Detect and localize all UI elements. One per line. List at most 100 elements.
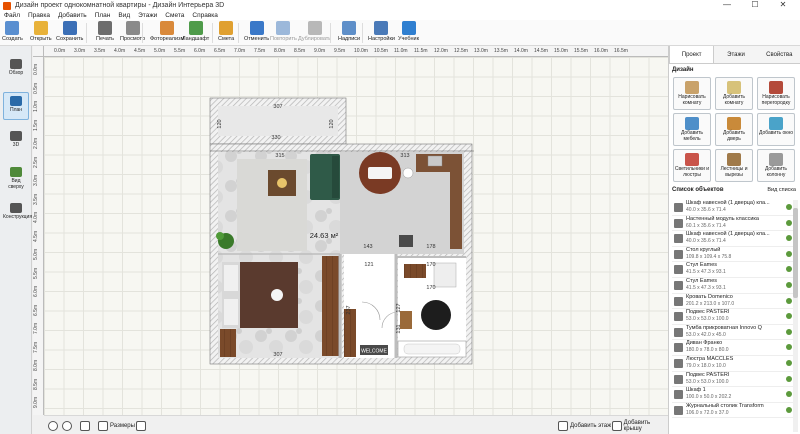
object-list-item[interactable]: Стол круглый 109.8 x 109.4 x 75.8 <box>672 247 798 263</box>
object-list-item[interactable]: Шкаф навесной (1 дверца) кла... 40.0 x 35… <box>672 231 798 247</box>
draw-partition-button[interactable]: Нарисовать перегородку <box>757 77 795 110</box>
visibility-eye-icon[interactable] <box>786 219 792 226</box>
undo-button[interactable]: Отменить <box>244 21 269 45</box>
dim-balcony-bottom: 330 <box>271 135 280 141</box>
nav-plan[interactable]: План <box>3 92 29 120</box>
menu-estimate[interactable]: Смета <box>165 12 184 19</box>
home-button[interactable] <box>136 419 148 432</box>
object-list-item[interactable]: Диван Франко 180.0 x 78.0 x 80.0 <box>672 340 798 356</box>
estimate-button[interactable]: Смета <box>218 21 234 45</box>
dimensions-button[interactable]: Размеры <box>98 419 135 432</box>
create-button[interactable]: Создать <box>2 21 23 45</box>
object-list-item[interactable]: Подвес PASTERI 53.0 x 53.0 x 100.0 <box>672 372 798 388</box>
plan-canvas[interactable]: WELCOME 307 120 120 330 315 313 143 121 … <box>44 57 668 415</box>
menu-plan[interactable]: План <box>95 12 111 19</box>
create-icon <box>5 21 20 35</box>
roof-icon <box>612 420 622 431</box>
ruler-top-tick: 10.0m <box>354 48 368 54</box>
redo-button[interactable]: Повторить <box>270 21 297 45</box>
draw-room-button[interactable]: Нарисовать комнату <box>673 77 711 110</box>
dim-bottom: 307 <box>273 352 282 358</box>
open-button[interactable]: Открыть <box>30 21 52 45</box>
visibility-eye-icon[interactable] <box>786 359 792 366</box>
object-list-item[interactable]: Подвес PASTERI 53.0 x 53.0 x 100.0 <box>672 309 798 325</box>
tab-properties[interactable]: Свойства <box>758 46 800 63</box>
shower <box>421 300 451 330</box>
right-panel: Проект Этажи Свойства Дизайн Нарисовать … <box>668 46 800 434</box>
menu-edit[interactable]: Правка <box>28 12 50 19</box>
balcony-floor <box>218 106 338 136</box>
object-list-item[interactable]: Шкаф 1 100.0 x 50.0 x 202.2 <box>672 387 798 403</box>
dim-170b: 170 <box>426 285 435 291</box>
tab-floors[interactable]: Этажи <box>714 46 757 63</box>
menu-view[interactable]: Вид <box>118 12 130 19</box>
add-column-button[interactable]: Добавить колонну <box>757 149 795 182</box>
duplicate-button[interactable]: Дублировать <box>298 21 331 45</box>
add-floor-button[interactable]: Добавить этаж <box>558 419 611 432</box>
nav-overview[interactable]: Обзор <box>3 56 29 84</box>
nav-3d[interactable]: 3D <box>3 128 29 156</box>
object-list-item[interactable]: Настенный модуль классика 60.1 x 35.6 x 7… <box>672 216 798 232</box>
minimize-button[interactable]: — <box>716 0 738 11</box>
labels-button[interactable]: Надписи <box>338 21 360 45</box>
object-size: 201.2 x 213.0 x 107.0 <box>686 300 735 307</box>
menu-file[interactable]: Файл <box>4 12 20 19</box>
visibility-eye-icon[interactable] <box>786 375 792 382</box>
add-roof-button[interactable]: Добавить крышу <box>612 419 668 432</box>
object-size: 53.0 x 53.0 x 100.0 <box>686 316 729 323</box>
zoom-out-button[interactable] <box>48 419 60 432</box>
ruler-left-tick: 7.5m <box>33 340 39 353</box>
ruler-top-tick: 15.0m <box>554 48 568 54</box>
object-list-item[interactable]: Стул Eames 41.5 x 47.3 x 93.1 <box>672 278 798 294</box>
zoom-in-icon <box>62 420 72 431</box>
object-name: Журнальный столик Transform <box>686 402 764 409</box>
object-list-item[interactable]: Шкаф навесной (1 дверца) кла... 40.0 x 35… <box>672 200 798 216</box>
object-list-item[interactable]: Кровать Domenico 201.2 x 213.0 x 107.0 <box>672 294 798 310</box>
top-view-icon <box>10 167 22 177</box>
object-list-item[interactable]: Журнальный столик Transform 106.0 x 72.0 … <box>672 403 798 419</box>
visibility-eye-icon[interactable] <box>786 406 792 413</box>
menu-help[interactable]: Справка <box>192 12 218 19</box>
lights-button[interactable]: Светильники и люстры <box>673 149 711 182</box>
tab-project[interactable]: Проект <box>669 46 715 63</box>
ruler-left-tick: 2.0m <box>33 137 39 149</box>
menu-floors[interactable]: Этажи <box>138 12 157 19</box>
photorealism-icon <box>160 21 175 35</box>
visibility-eye-icon[interactable] <box>786 328 792 335</box>
add-room-button[interactable]: Добавить комнату <box>715 77 753 110</box>
object-list-item[interactable]: Люстра MACCLES 79.0 x 18.0 x 10.0 <box>672 356 798 372</box>
zoom-in-button[interactable] <box>62 419 74 432</box>
nav-construction[interactable]: Конструкция <box>3 200 32 228</box>
close-button[interactable]: ✕ <box>772 0 794 11</box>
redo-label: Повторить <box>270 36 297 42</box>
print-button[interactable]: Печать <box>96 21 114 45</box>
add-furniture-button[interactable]: Добавить мебель <box>673 113 711 146</box>
tutorial-button[interactable]: Учебник <box>398 21 419 45</box>
stairs-button[interactable]: Лестницы и вырезы <box>715 149 753 182</box>
add-column-label: Добавить колонну <box>764 166 788 178</box>
ruler-left-tick: 5.0m <box>33 248 39 260</box>
add-window-button[interactable]: Добавить окно <box>757 113 795 146</box>
photorealism-button[interactable]: Фотореализм <box>150 21 184 45</box>
construction-icon <box>10 203 22 213</box>
nav-top-view[interactable]: Вид сверху <box>3 164 29 192</box>
visibility-eye-icon[interactable] <box>786 297 792 304</box>
menu-add[interactable]: Добавить <box>58 12 87 19</box>
object-size: 79.0 x 18.0 x 10.0 <box>686 362 726 369</box>
save-button[interactable]: Сохранить <box>56 21 83 45</box>
landscape-button[interactable]: Ландшафт <box>182 21 209 45</box>
object-name: Кровать Domenico <box>686 293 733 300</box>
maximize-button[interactable]: ☐ <box>744 0 766 11</box>
visibility-eye-icon[interactable] <box>786 250 792 257</box>
visibility-eye-icon[interactable] <box>786 281 792 288</box>
ruler-tool-button[interactable] <box>80 419 92 432</box>
object-list-item[interactable]: Стул Eames 41.5 x 47.3 x 93.1 <box>672 262 798 278</box>
object-list-item[interactable]: Тумба прикроватная Innovo Q 53.0 x 42.0 x… <box>672 325 798 341</box>
settings-button[interactable]: Настройки <box>368 21 395 45</box>
visibility-eye-icon[interactable] <box>786 204 792 210</box>
dim-170a: 170 <box>426 262 435 268</box>
add-door-button[interactable]: Добавить дверь <box>715 113 753 146</box>
object-list-scrollbar[interactable] <box>793 200 798 432</box>
objects-view-toggle[interactable]: Вид списка <box>767 187 796 193</box>
lights-icon <box>685 153 699 166</box>
